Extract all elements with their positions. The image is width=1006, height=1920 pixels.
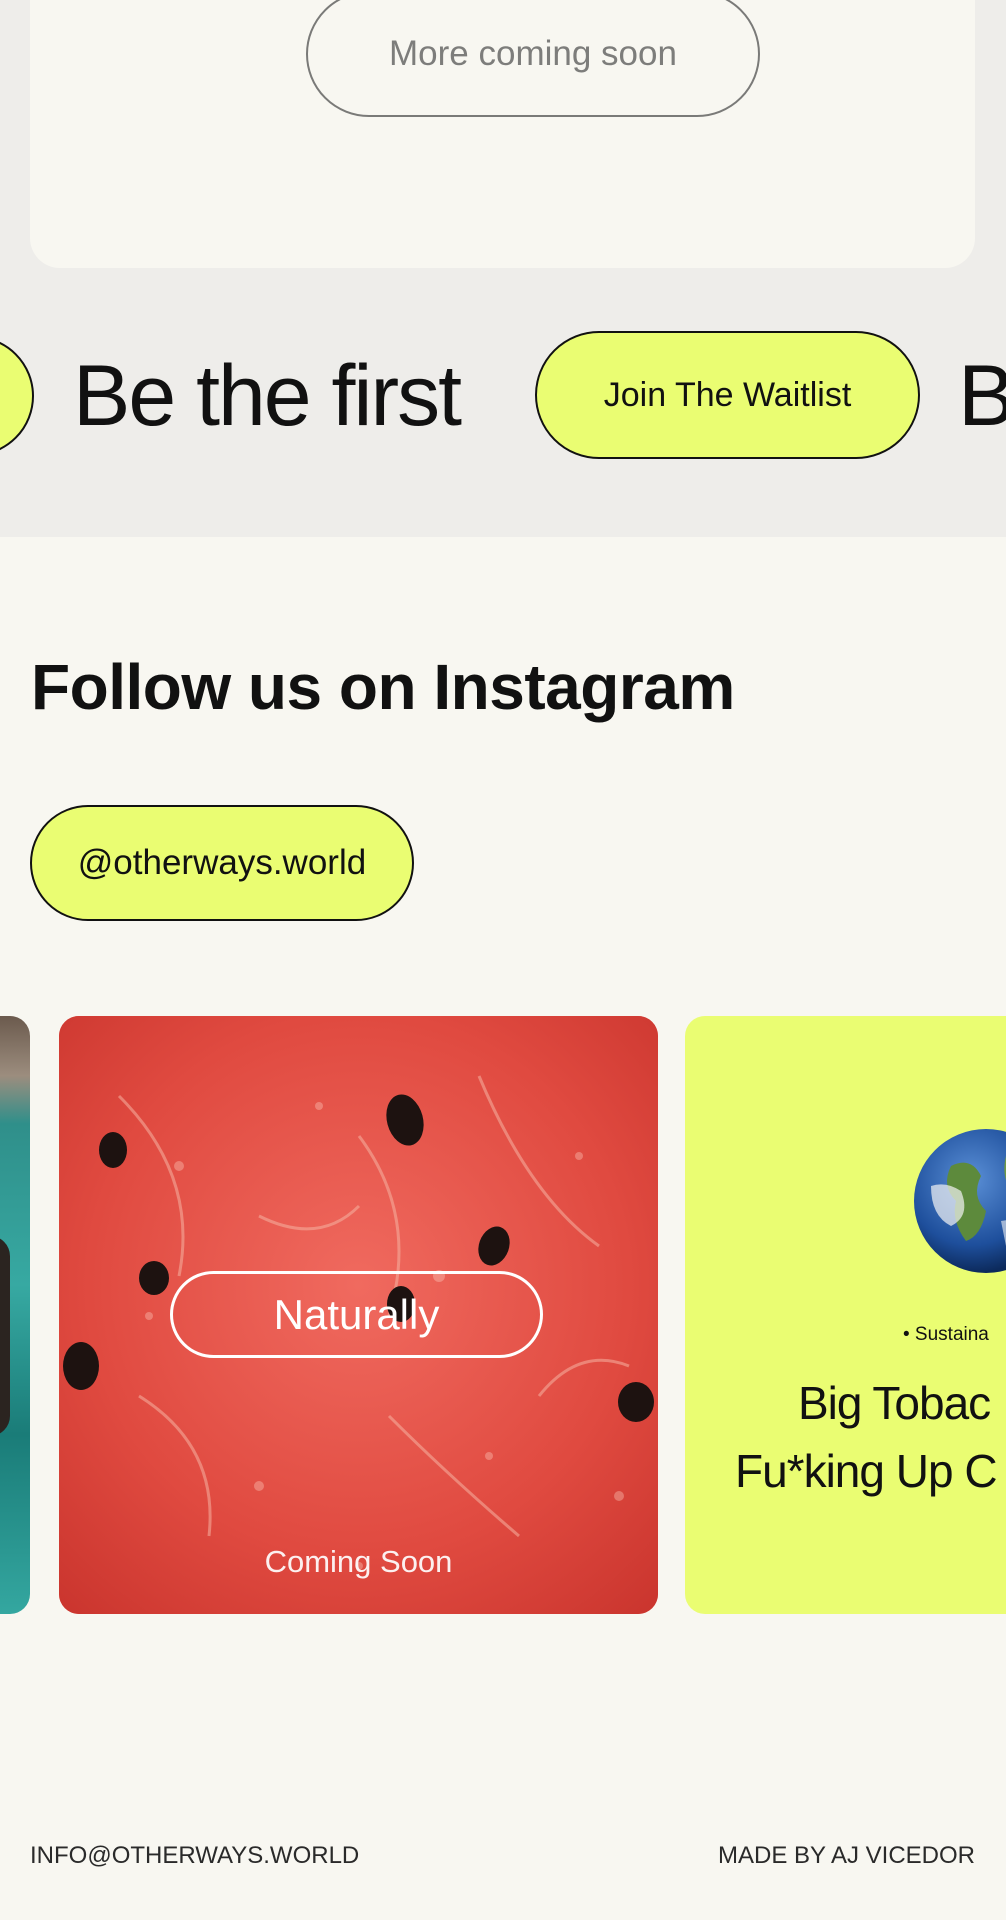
coming-soon-caption: Coming Soon: [264, 1544, 453, 1579]
instagram-handle-button[interactable]: @otherways.world: [30, 805, 414, 921]
waitlist-band: More coming soon Be the first Join The W…: [0, 0, 1006, 537]
instagram-heading: Follow us on Instagram: [31, 651, 735, 723]
instagram-post-sustainability[interactable]: • Sustaina Big Tobac Fu*king Up C: [685, 1016, 1006, 1614]
waitlist-marquee: Be the first Join The Waitlist B: [0, 330, 1006, 462]
instagram-post-pool[interactable]: [0, 1016, 30, 1614]
globe-icon: [914, 1129, 1006, 1273]
footer-email-link[interactable]: INFO@OTHERWAYS.WORLD: [30, 1842, 359, 1870]
sustainability-tag: • Sustaina: [903, 1324, 989, 1345]
join-waitlist-button[interactable]: Join The Waitlist: [535, 331, 920, 459]
waitlist-pill-partial[interactable]: [0, 336, 34, 456]
marquee-headline-next: B: [958, 348, 1006, 444]
post-headline-line-1: Big Tobac: [798, 1377, 991, 1429]
marquee-headline: Be the first: [73, 348, 462, 444]
products-card: More coming soon: [30, 0, 975, 268]
post-headline-line-2: Fu*king Up C: [735, 1445, 998, 1497]
more-coming-soon-button[interactable]: More coming soon: [306, 0, 760, 117]
footer-credit-link[interactable]: MADE BY AJ VICEDOR: [718, 1842, 975, 1870]
naturally-badge: Naturally: [170, 1271, 543, 1358]
instagram-post-watermelon[interactable]: Naturally Coming Soon: [59, 1016, 658, 1614]
pool-photo-figure: [0, 1236, 10, 1436]
page: More coming soon Be the first Join The W…: [0, 0, 1006, 1920]
